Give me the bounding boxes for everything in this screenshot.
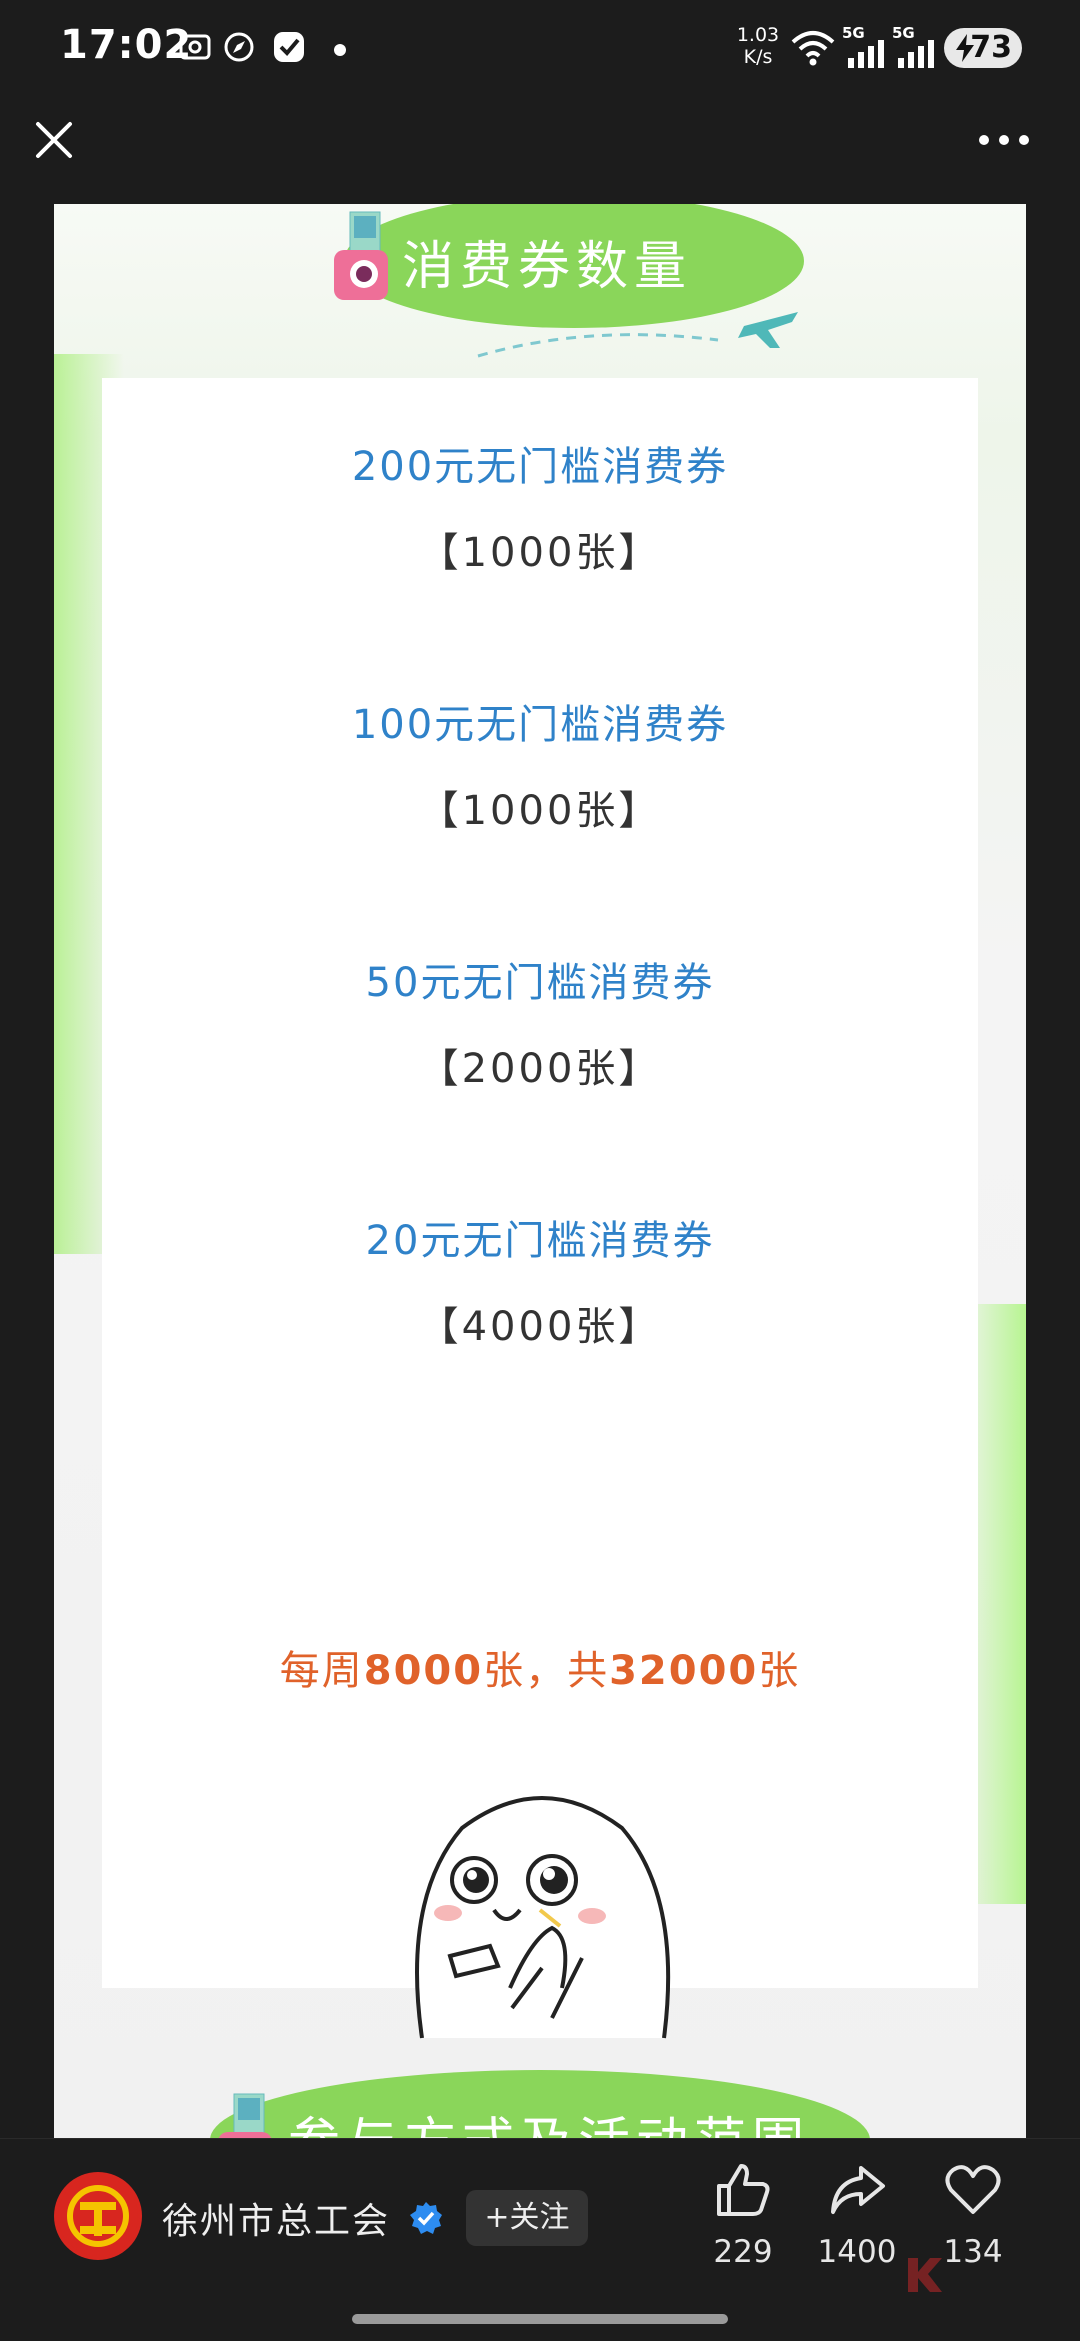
follow-button[interactable]: +关注 [466, 2190, 588, 2246]
article-content[interactable]: 消费券数量 200元无门槛消费券 【1000张】 100元无门槛消费券 【100… [54, 204, 1026, 2138]
network-speed: 1.03 K/s [736, 24, 780, 68]
verified-badge-icon [410, 2202, 442, 2234]
close-icon[interactable] [30, 116, 78, 164]
heart-icon [945, 2165, 1001, 2214]
weekly-total-summary: 每周8000张，共32000张 [102, 1638, 978, 1696]
net-speed-unit: K/s [743, 46, 773, 68]
camera-icon [334, 211, 388, 300]
coupon-name: 20元无门槛消费券 [365, 1218, 715, 1264]
net-speed-value: 1.03 [736, 24, 780, 46]
next-section-title: 参与方式及活动范围 [288, 2100, 810, 2138]
status-bar: 17:02 1.03 K/s 5G 5G 73 [0, 0, 1080, 100]
coupon-card: 200元无门槛消费券 【1000张】 100元无门槛消费券 【1000张】 50… [102, 378, 978, 2039]
home-indicator[interactable] [352, 2314, 728, 2324]
account-avatar[interactable] [54, 2172, 142, 2260]
status-time: 17:02 [60, 22, 193, 68]
signal-bars-icon [848, 40, 884, 68]
coupon-name: 100元无门槛消费券 [351, 702, 729, 748]
coupon-count: 【1000张】 [418, 788, 662, 834]
weekly-count: 8000 [363, 1648, 484, 1694]
battery-level: 73 [970, 30, 1012, 65]
share-count: 1400 [817, 2234, 897, 2270]
share-button[interactable]: 1400 [802, 2160, 912, 2270]
wifi-icon [791, 31, 835, 66]
notification-dot [334, 44, 346, 56]
compass-icon [224, 32, 254, 62]
top-bar [0, 100, 1080, 200]
more-options-icon[interactable] [978, 130, 1030, 150]
coupon-count: 【1000张】 [418, 530, 662, 576]
airplane-icon [477, 312, 798, 358]
charging-bolt-icon [956, 34, 974, 62]
coupon-count: 【4000张】 [418, 1304, 662, 1350]
battery-indicator: 73 [944, 28, 1022, 68]
signal-bars-icon [898, 40, 934, 68]
like-button[interactable]: 229 [688, 2160, 798, 2270]
thumbs-up-icon [717, 2164, 770, 2216]
summary-text: 张，共 [483, 1648, 610, 1694]
cute-face-sticker [415, 1796, 671, 2039]
coupon-name: 200元无门槛消费券 [351, 444, 729, 490]
union-logo-icon [58, 2176, 138, 2256]
share-arrow-icon [831, 2166, 885, 2214]
account-name[interactable]: 徐州市总工会 [162, 2192, 390, 2244]
coupon-count: 【2000张】 [418, 1046, 662, 1092]
summary-text: 每周 [279, 1648, 364, 1694]
like-count: 229 [713, 2234, 773, 2270]
section-title: 消费券数量 [402, 237, 693, 297]
screenshot-icon [179, 34, 211, 60]
check-app-icon [274, 32, 304, 62]
coupon-name: 50元无门槛消费券 [365, 960, 715, 1006]
total-count: 32000 [609, 1648, 759, 1694]
watermark-logo-icon [908, 2258, 942, 2292]
summary-text: 张 [758, 1648, 801, 1694]
